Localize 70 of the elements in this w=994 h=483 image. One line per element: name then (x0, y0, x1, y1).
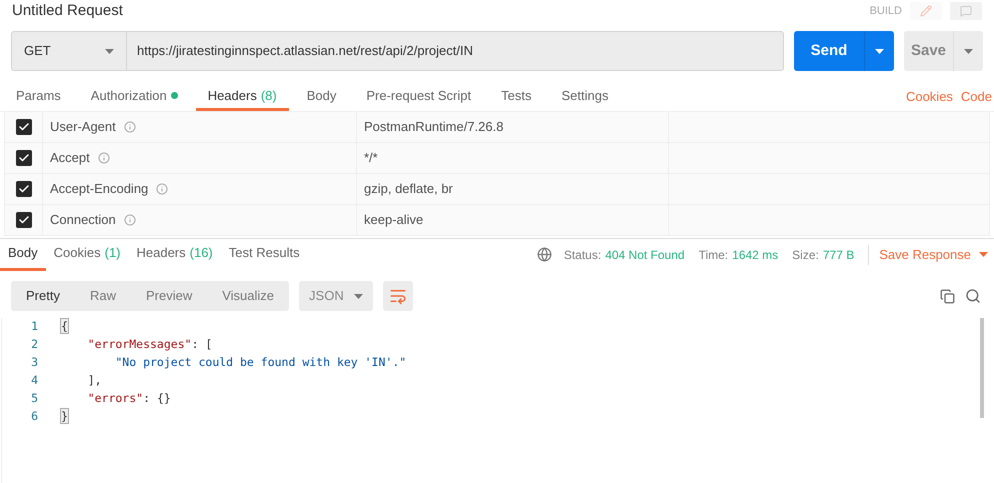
meta-label: Size: (792, 246, 819, 264)
request-tab[interactable]: Authorization (78, 83, 190, 111)
check-icon (18, 214, 30, 226)
request-link[interactable]: Cookies (906, 83, 953, 111)
request-title: Untitled Request (12, 0, 123, 21)
line-number: 2 (30, 336, 39, 354)
info-icon (98, 152, 110, 164)
check-icon (18, 183, 30, 195)
caret-icon (964, 48, 973, 54)
view-mode-tab[interactable]: Pretty (11, 281, 75, 311)
check-icon (18, 121, 30, 133)
request-tab[interactable]: Settings (549, 83, 620, 111)
line-number: 1 (30, 318, 39, 336)
line-number: 4 (30, 372, 39, 390)
header-checkbox[interactable] (16, 181, 32, 197)
url-field[interactable]: https://jiratestinginnspect.atlassian.net/rest/api/2/project/IN (127, 31, 784, 71)
response-tab[interactable]: Cookies (1) (46, 238, 128, 270)
response-tab[interactable]: Test Results (220, 238, 308, 270)
meta-label: Status: (564, 246, 602, 264)
caret-icon (875, 48, 884, 54)
header-value: keep-alive (364, 211, 424, 230)
line-number: 3 (30, 354, 39, 372)
header-key: Connection (50, 210, 116, 230)
info-icon (156, 183, 168, 195)
code-line: "No project could be found with key 'IN'." (114, 354, 406, 372)
request-tab[interactable]: Pre-request Script (354, 83, 484, 111)
request-tab[interactable]: Body (294, 83, 348, 111)
line-number: 6 (30, 408, 39, 426)
view-mode-tab[interactable]: Visualize (207, 281, 290, 311)
code-line: ], (86, 372, 102, 390)
globe-icon (536, 247, 552, 262)
check-icon (18, 152, 30, 164)
header-value: PostmanRuntime/7.26.8 (364, 118, 504, 136)
meta-label: Time: (698, 246, 728, 264)
header-checkbox[interactable] (16, 150, 32, 166)
method-dropdown[interactable]: GET (11, 31, 127, 71)
info-icon (124, 214, 136, 226)
copy-icon[interactable] (940, 288, 955, 304)
header-key: Accept-Encoding (50, 179, 148, 199)
request-tab[interactable]: Tests (489, 83, 544, 111)
pencil-icon (920, 5, 932, 17)
header-value: */* (364, 149, 378, 168)
caret-icon (979, 252, 988, 257)
code-line: "errorMessages": [ (86, 336, 212, 354)
wrap-button[interactable] (383, 281, 414, 311)
response-tab[interactable]: Headers (16) (128, 238, 221, 270)
search-icon[interactable] (965, 288, 981, 304)
header-checkbox[interactable] (16, 212, 32, 228)
code-line: "errors": {} (86, 390, 171, 408)
header-checkbox[interactable] (16, 119, 32, 135)
header-value: gzip, deflate, br (364, 180, 453, 198)
header-key: Accept (50, 148, 90, 168)
view-mode-tab[interactable]: Raw (74, 281, 131, 311)
comment-icon (960, 5, 972, 17)
info-icon (124, 121, 136, 133)
caret-icon (105, 48, 114, 54)
meta-value: 404 Not Found (605, 246, 685, 264)
wrap-icon (389, 287, 408, 305)
meta-value: 777 B (822, 246, 854, 264)
mode-label: BUILD (870, 4, 902, 19)
request-link[interactable]: Code (960, 83, 992, 111)
format-dropdown[interactable]: JSON (299, 281, 374, 311)
response-tab[interactable]: Body (0, 238, 46, 270)
line-number: 5 (30, 390, 39, 408)
save-response-button[interactable]: Save Response (879, 244, 988, 264)
request-tab[interactable]: Params (4, 83, 73, 111)
header-key: User-Agent (50, 117, 116, 137)
caret-icon (354, 294, 364, 298)
meta-value: 1642 ms (732, 246, 778, 264)
view-mode-tab[interactable]: Preview (130, 281, 208, 311)
